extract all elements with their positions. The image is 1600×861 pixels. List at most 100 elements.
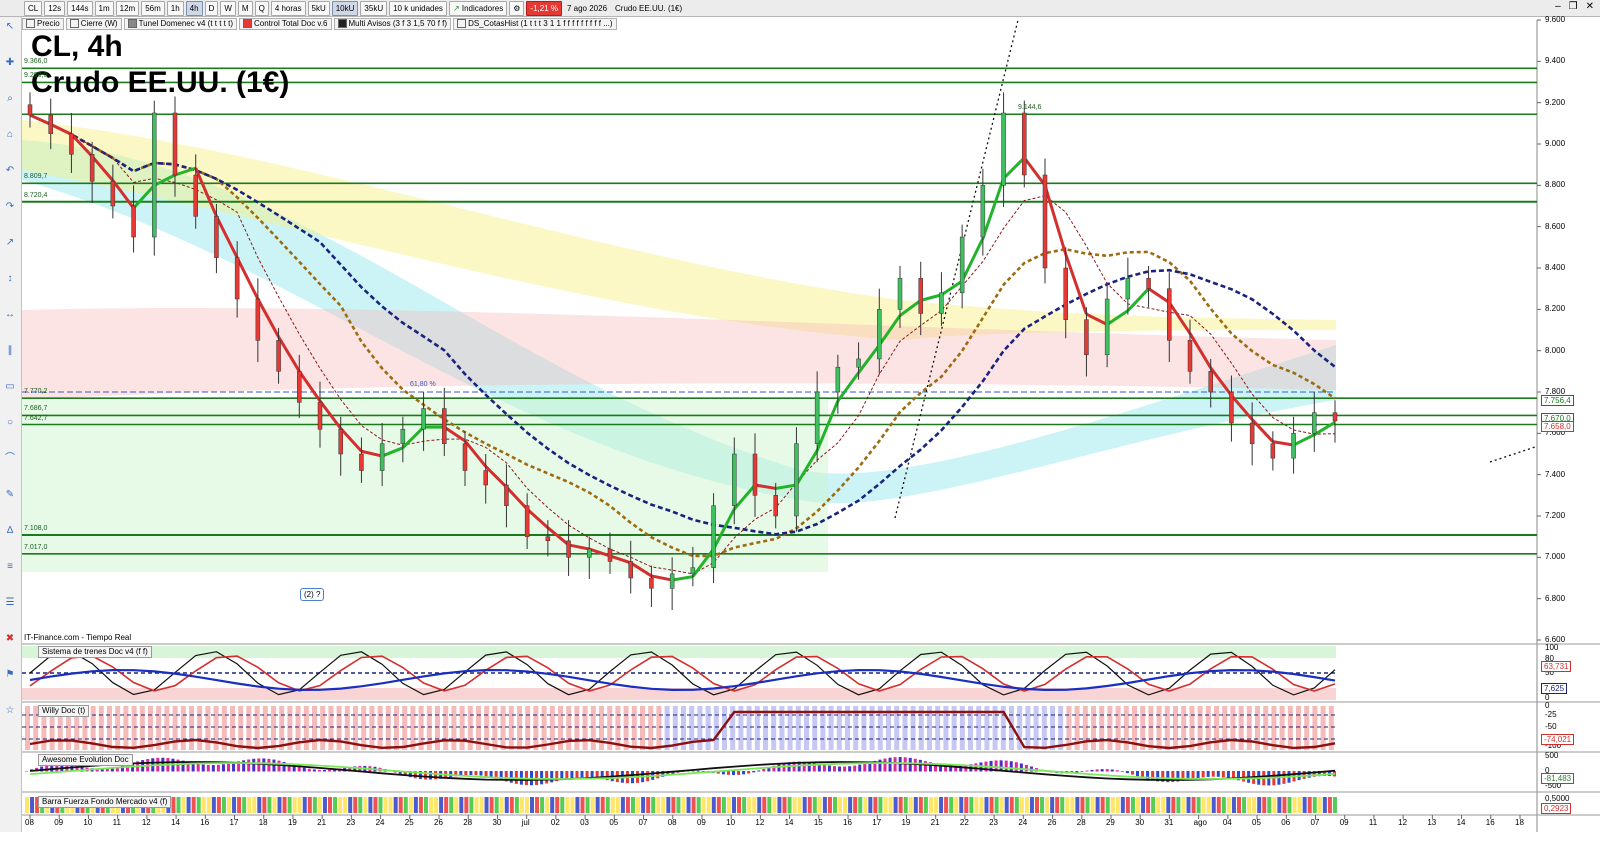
pane4-bar (1085, 797, 1090, 813)
pane4-bar (1267, 797, 1272, 813)
candle-body (1042, 174, 1048, 269)
pane4-bar (555, 797, 560, 813)
pane4-bar (782, 797, 787, 813)
pane4-bar (651, 797, 656, 813)
note-marker[interactable]: (2) ? (300, 588, 325, 601)
pane3-bar (1211, 771, 1215, 777)
candle-body (1208, 371, 1213, 393)
pane3-bar (1136, 771, 1139, 777)
candle-body (773, 495, 778, 517)
ma-fast-segment (651, 574, 673, 582)
x-tick-label: 10 (83, 818, 93, 827)
x-tick-label: 10 (726, 818, 736, 827)
pane4-bar (631, 797, 635, 813)
pane3-bar (752, 771, 756, 773)
pane3-bar (838, 766, 842, 772)
x-tick-label: 30 (492, 818, 502, 827)
x-tick-label: 29 (1105, 818, 1115, 827)
pane2-bar (131, 706, 137, 750)
pane3-bar (853, 765, 857, 772)
pane3-bar (201, 764, 205, 772)
pane4-bar (827, 797, 832, 813)
pane4-bar (297, 797, 302, 813)
x-tick-label: 17 (872, 818, 882, 827)
candle-body (276, 340, 281, 372)
candle-body (172, 112, 178, 176)
pane4-bar (605, 797, 610, 813)
pane4-bar (1105, 797, 1110, 813)
pane4-bar (984, 797, 989, 813)
pane4-bar (211, 797, 216, 813)
pane2-bar (107, 706, 112, 750)
pane3-bar (590, 771, 594, 778)
pane3-bar (221, 764, 225, 772)
pane2-bar (180, 706, 186, 750)
pane3-bar (1090, 769, 1094, 772)
pane3-bar (479, 771, 483, 776)
pane2-bar (197, 706, 203, 750)
pane-title-barra[interactable]: Barra Fuerza Fondo Mercado v4 (f) (38, 796, 172, 808)
pane4-bar (237, 797, 242, 813)
pane3-bar (742, 771, 746, 775)
pane4-bar (479, 797, 484, 813)
candle-body (359, 453, 364, 471)
pane-title-trenes[interactable]: Sistema de trenes Doc v4 (f f) (38, 646, 152, 658)
pane4-bar (878, 797, 883, 813)
pane-title-awesome[interactable]: Awesome Evolution Doc (38, 754, 133, 766)
pane-title-willy[interactable]: Willy Doc (t) (38, 705, 90, 717)
pane4-bar (1161, 797, 1166, 813)
level-label: 9.366,0 (24, 58, 48, 66)
candle-body (649, 577, 654, 589)
x-tick-label: 09 (696, 818, 706, 827)
pane4-bar (221, 797, 226, 813)
data-source-label: IT-Finance.com - Tiempo Real (24, 633, 132, 642)
pane3-bar (206, 764, 210, 772)
ma-fast-segment (920, 293, 942, 302)
pane4-bar (302, 797, 307, 813)
pane3-bar (1206, 771, 1210, 777)
x-tick-label: 12 (755, 818, 765, 827)
pane4-bar (272, 797, 277, 813)
pane4-bar (580, 797, 585, 813)
candle-body (607, 548, 613, 562)
x-tick-label: 19 (287, 818, 297, 827)
candle-body (628, 561, 633, 579)
chart-canvas[interactable] (0, 0, 1600, 861)
candle-body (131, 205, 136, 238)
pane4-bar (1282, 797, 1287, 813)
pane3-bar (257, 758, 261, 772)
pane4-bar (833, 797, 837, 813)
pane3-bar (1095, 769, 1099, 772)
pane4-bar (863, 797, 868, 813)
pane4-bar (964, 797, 969, 813)
level-label: 7.017,0 (24, 543, 48, 551)
pane3-bar (312, 769, 316, 772)
candle-body (1167, 288, 1172, 341)
candle-body (421, 408, 426, 430)
pane3-bar (1125, 771, 1129, 774)
x-tick-label: 12 (1398, 818, 1408, 827)
pane3-bar (737, 771, 741, 775)
pane3-bar (550, 771, 554, 783)
pane-tick-label: -25 (1545, 710, 1557, 719)
pane4-bar (186, 797, 191, 813)
y-tick-label: 7.000 (1545, 552, 1566, 562)
pane4-bar (1040, 797, 1045, 813)
pane4-bar (883, 797, 888, 813)
pane4-bar (817, 797, 822, 813)
pane3-bar (1100, 769, 1104, 772)
pane2-bar (1041, 706, 1047, 750)
pane2-bar (98, 706, 104, 750)
pane-value-tag: 0,2923 (1541, 803, 1572, 814)
pane3-bar (1196, 771, 1200, 779)
pane-tick-label: -50 (1545, 722, 1557, 731)
pane2-bar (1025, 706, 1031, 750)
x-tick-label: 13 (1427, 818, 1437, 827)
pane4-bar (403, 797, 408, 813)
pane3-bar (1080, 771, 1084, 772)
pane2-bar (1033, 706, 1039, 750)
pane2-bar (566, 706, 572, 750)
pane4-bar (913, 797, 918, 813)
pane2-bar (1279, 706, 1285, 750)
x-tick-label: 21 (930, 818, 940, 827)
